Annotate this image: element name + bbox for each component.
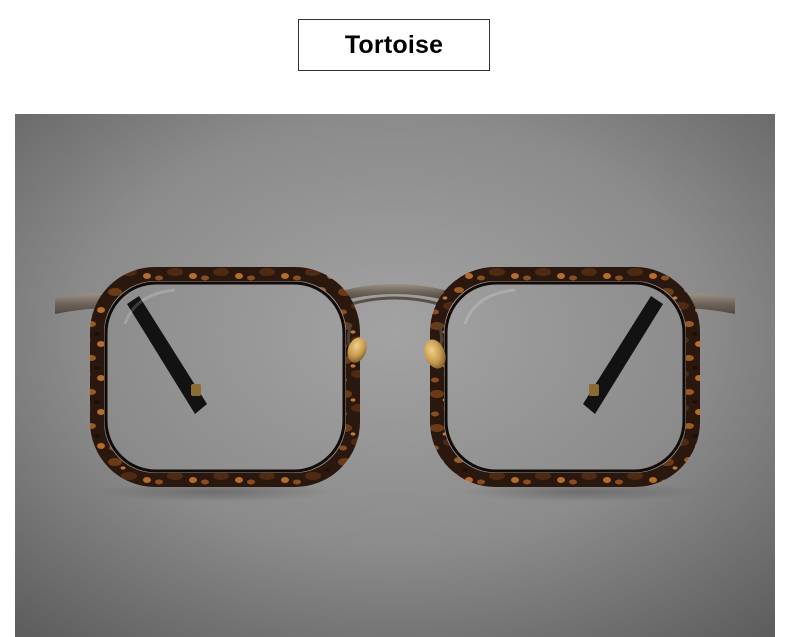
product-photo bbox=[15, 114, 775, 637]
eyeglasses-icon bbox=[15, 114, 775, 637]
color-label: Tortoise bbox=[344, 30, 444, 59]
color-label-box: Tortoise bbox=[298, 19, 490, 71]
